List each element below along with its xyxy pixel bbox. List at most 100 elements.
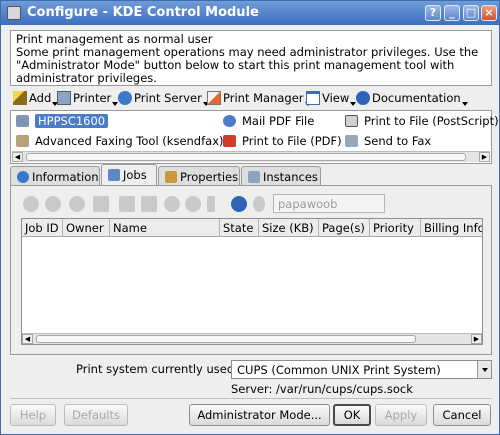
wrench-icon: [165, 171, 177, 183]
printer-label: Printer: [73, 91, 112, 105]
scroll-thumb[interactable]: [26, 153, 466, 161]
jobs-panel: papawoob Job ID Owner Name State Size (K…: [10, 185, 492, 355]
col-billing-info[interactable]: Billing Info: [421, 219, 482, 236]
move-up-icon[interactable]: [164, 196, 180, 212]
printer-label: Print to File (PostScript): [364, 114, 499, 128]
col-job-id[interactable]: Job ID: [22, 219, 63, 236]
hold-job-icon[interactable]: [45, 196, 61, 212]
close-button[interactable]: ×: [481, 5, 497, 21]
printer-item-file-postscript[interactable]: Print to File (PostScript): [345, 114, 499, 130]
print-system-label: Print system currently used:: [76, 362, 239, 376]
col-priority[interactable]: Priority: [370, 219, 421, 236]
printer-list-hscrollbar[interactable]: ◀ ▶: [12, 151, 490, 162]
printer-icon: [16, 115, 29, 127]
col-state[interactable]: State: [220, 219, 259, 236]
add-label: Add: [29, 91, 52, 105]
scroll-left-icon[interactable]: ◀: [12, 152, 23, 162]
printer-item-mail-pdf[interactable]: Mail PDF File: [223, 114, 314, 130]
clock-icon[interactable]: [231, 196, 247, 212]
main-toolbar: Add Printer Print Server Print Manager V…: [10, 90, 492, 108]
printer-item-ksendfax[interactable]: Advanced Faxing Tool (ksendfax): [16, 134, 224, 150]
documentation-label: Documentation: [372, 91, 461, 105]
col-owner[interactable]: Owner: [63, 219, 110, 236]
print-manager-menu[interactable]: Print Manager: [207, 91, 311, 107]
tab-label: Instances: [263, 170, 318, 184]
scroll-thumb[interactable]: [36, 335, 416, 343]
move-job-icon[interactable]: [119, 196, 135, 212]
print-manager-label: Print Manager: [223, 91, 304, 105]
print-server-menu[interactable]: Print Server: [118, 91, 209, 107]
maximize-button[interactable]: □: [463, 5, 479, 21]
cancel-button[interactable]: Cancel: [433, 404, 491, 426]
window-title: Configure - KDE Control Module: [27, 5, 259, 20]
server-path: Server: /var/run/cups/cups.sock: [231, 382, 413, 396]
user-filter-icon[interactable]: [253, 196, 265, 212]
jobs-table[interactable]: Job ID Owner Name State Size (KB) Page(s…: [21, 218, 483, 345]
chevron-down-icon: [461, 102, 468, 106]
tab-information[interactable]: Information: [10, 166, 100, 186]
fax-icon: [16, 135, 29, 147]
minimize-button[interactable]: _: [444, 5, 460, 21]
tab-properties[interactable]: Properties: [158, 166, 240, 186]
tab-label: Jobs: [123, 168, 147, 182]
move-down-icon[interactable]: [185, 196, 201, 212]
window-view-icon: [306, 91, 320, 105]
tab-instances[interactable]: Instances: [241, 166, 321, 186]
scroll-right-icon[interactable]: ▶: [471, 334, 482, 344]
tab-label: Properties: [180, 170, 239, 184]
printer-item-send-fax[interactable]: Send to Fax: [345, 134, 431, 150]
postscript-file-icon: [345, 115, 358, 127]
message-line-2: Some print management operations may nee…: [16, 45, 479, 85]
print-system-select[interactable]: CUPS (Common UNIX Print System): [231, 360, 492, 379]
fax-machine-icon: [345, 135, 358, 147]
printer-instances-icon: [248, 171, 260, 183]
help-icon: [356, 91, 370, 105]
print-manager-icon: [207, 91, 221, 105]
remove-job-icon[interactable]: [23, 196, 39, 212]
defaults-button[interactable]: Defaults: [64, 404, 128, 426]
printer-item-hppsc1600[interactable]: HPPSC1600: [16, 114, 109, 130]
view-label: View: [322, 91, 350, 105]
info-message: Print management as normal user Some pri…: [10, 30, 492, 86]
documentation-menu[interactable]: Documentation: [356, 91, 468, 107]
pen-icon[interactable]: [207, 196, 215, 212]
pdf-file-icon: [223, 135, 236, 147]
printer-label: Print to File (PDF): [242, 134, 342, 148]
print-server-label: Print Server: [134, 91, 202, 105]
info-icon: [17, 171, 29, 183]
col-name[interactable]: Name: [110, 219, 220, 236]
administrator-mode-button[interactable]: Administrator Mode...: [189, 404, 330, 426]
job-document-icon[interactable]: [141, 196, 157, 212]
printer-job-icon[interactable]: [93, 196, 109, 212]
title-bar[interactable]: Configure - KDE Control Module ? _ □ ×: [1, 1, 499, 25]
jobs-table-header: Job ID Owner Name State Size (KB) Page(s…: [22, 219, 482, 237]
wand-icon: [13, 91, 27, 105]
printer-label: Mail PDF File: [242, 114, 315, 128]
user-filter-field[interactable]: papawoob: [273, 194, 385, 213]
printer-label: HPPSC1600: [35, 114, 109, 128]
dropdown-arrow-icon[interactable]: [477, 361, 491, 378]
at-mail-icon: [223, 115, 236, 127]
tab-label: Information: [32, 170, 99, 184]
tab-jobs[interactable]: Jobs: [101, 164, 157, 186]
divider: [10, 398, 492, 399]
col-pages[interactable]: Page(s): [319, 219, 370, 236]
printer-menu[interactable]: Printer: [57, 91, 119, 107]
printer-list[interactable]: HPPSC1600 Mail PDF File Print to File (P…: [10, 110, 499, 164]
app-icon: [7, 6, 21, 20]
apply-button[interactable]: Apply: [375, 404, 427, 426]
ok-button[interactable]: OK: [333, 404, 371, 426]
add-menu[interactable]: Add: [13, 91, 59, 107]
printer-item-file-pdf[interactable]: Print to File (PDF): [223, 134, 342, 150]
printer-label: Send to Fax: [364, 134, 432, 148]
help-button[interactable]: Help: [10, 404, 56, 426]
help-title-button[interactable]: ?: [425, 5, 441, 21]
jobs-table-hscrollbar[interactable]: ◀ ▶: [22, 333, 482, 344]
scroll-right-icon[interactable]: ▶: [479, 152, 490, 162]
scroll-left-icon[interactable]: ◀: [22, 334, 33, 344]
globe-gear-icon: [118, 91, 132, 105]
col-size[interactable]: Size (KB): [259, 219, 319, 236]
resume-job-icon[interactable]: [69, 196, 85, 212]
printer-label: Advanced Faxing Tool (ksendfax): [35, 134, 224, 148]
view-menu[interactable]: View: [306, 91, 357, 107]
